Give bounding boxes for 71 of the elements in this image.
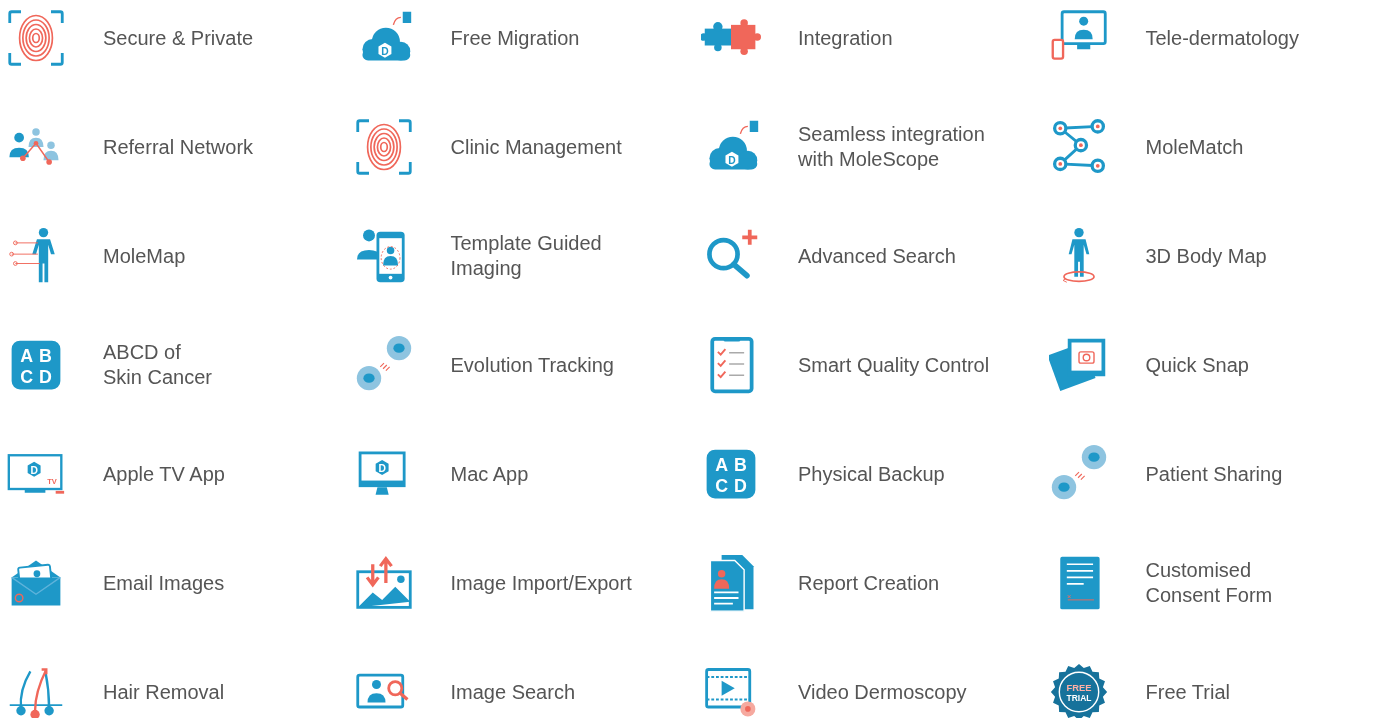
doctors-network-icon xyxy=(9,128,59,165)
video-call-monitor-icon xyxy=(1051,10,1107,60)
feature-label: 3D Body Map xyxy=(1145,243,1267,269)
fingerprint-icon xyxy=(8,10,64,66)
feature-label: Referral Network xyxy=(103,134,254,160)
icon-letter: A xyxy=(20,346,34,367)
icon-letter: C xyxy=(20,366,34,387)
letter-tile-icon xyxy=(11,340,61,390)
feature-label: Quick Snap xyxy=(1145,352,1249,378)
feature-label: Image Import/Export xyxy=(450,570,632,596)
feature-label: Mac App xyxy=(450,461,529,487)
feature-label: Evolution Tracking xyxy=(450,352,614,378)
mole-comparison-icon xyxy=(1051,444,1106,500)
cloud-letter: D xyxy=(380,45,389,57)
feature-label: Email Images xyxy=(103,570,225,596)
feature-label: Video Dermoscopy xyxy=(798,679,967,705)
letter-tile-icon xyxy=(706,449,756,499)
connected-circles-icon xyxy=(1052,119,1105,173)
feature-label: Patient Sharing xyxy=(1145,461,1283,487)
phone-portrait-icon xyxy=(356,229,405,283)
tv-label: TV xyxy=(47,477,57,487)
hair-follicle-icon xyxy=(8,668,64,718)
feature-label: Customised Consent Form xyxy=(1145,558,1273,608)
cloud-letter: D xyxy=(728,154,736,166)
feature-label: Physical Backup xyxy=(798,461,945,487)
fingerprint-icon xyxy=(355,119,412,175)
feature-label: MoleMap xyxy=(103,243,186,269)
feature-label: Apple TV App xyxy=(103,461,225,487)
feature-label: MoleMatch xyxy=(1145,134,1244,160)
rotating-person-icon xyxy=(1062,227,1095,283)
feature-label: Seamless integration with MoleScope xyxy=(798,122,985,172)
icon-letter: B xyxy=(733,455,747,476)
icon-letter: A xyxy=(715,455,729,476)
tv-icon xyxy=(7,454,65,494)
image-transfer-icon xyxy=(355,555,412,609)
feature-label: Free Migration xyxy=(450,25,580,51)
seal-text: TRIAL xyxy=(1066,693,1091,704)
feature-label: Clinic Management xyxy=(450,134,622,160)
image-search-icon xyxy=(355,673,408,709)
photo-stack-icon xyxy=(1048,338,1105,391)
icon-letter: D xyxy=(733,475,747,496)
feature-label: Tele-dermatology xyxy=(1145,25,1299,51)
icon-letter: C xyxy=(715,475,729,496)
feature-label: Integration xyxy=(798,25,893,51)
icon-letter: D xyxy=(30,465,38,476)
search-plus-icon xyxy=(707,227,760,279)
icon-letter: B xyxy=(38,346,52,367)
feature-label: Hair Removal xyxy=(103,679,225,705)
desktop-monitor-icon xyxy=(358,451,406,495)
feature-label: Report Creation xyxy=(798,570,940,596)
envelope-photo-icon xyxy=(10,560,62,606)
cloud-upload-icon xyxy=(361,11,411,61)
mole-comparison-icon xyxy=(356,335,411,391)
body-map-icon xyxy=(9,227,55,283)
cloud-upload-icon xyxy=(709,120,759,170)
feature-label: Image Search xyxy=(450,679,575,705)
video-player-icon xyxy=(705,668,756,717)
feature-label: Template Guided Imaging xyxy=(450,231,602,281)
consent-form-icon xyxy=(1059,556,1100,610)
report-document-icon xyxy=(709,554,754,612)
checklist-clipboard-icon xyxy=(710,336,754,394)
feature-label: Free Trial xyxy=(1145,679,1230,705)
feature-label: Advanced Search xyxy=(798,243,956,269)
icon-letter: D xyxy=(38,366,52,387)
feature-label: Secure & Private xyxy=(103,25,254,51)
seal-text: FREE xyxy=(1066,683,1091,694)
feature-label: Smart Quality Control xyxy=(798,352,990,378)
feature-label: ABCD of Skin Cancer xyxy=(103,340,212,390)
puzzle-icon xyxy=(701,19,761,55)
icon-letter: D xyxy=(377,463,386,475)
seal-icon xyxy=(1050,663,1107,718)
